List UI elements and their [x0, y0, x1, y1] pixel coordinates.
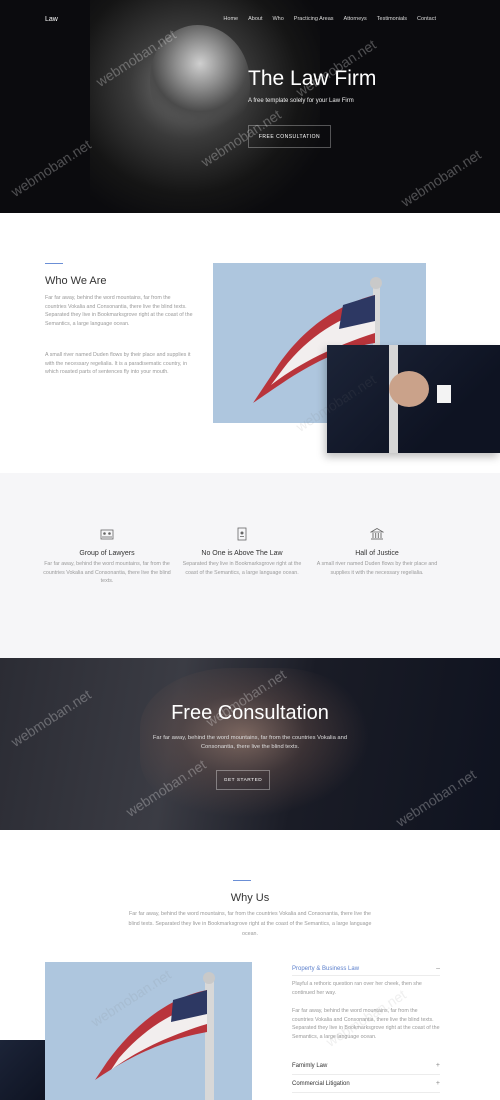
who-accent-line [45, 263, 63, 264]
who-paragraph-2: A small river named Duden flows by their… [45, 352, 191, 376]
hero-section [0, 0, 500, 213]
collapse-icon[interactable]: – [436, 965, 440, 972]
consultation-title: Free Consultation [171, 702, 329, 724]
nav-home[interactable]: Home [223, 16, 238, 22]
feature-text: A small river named Duden flows by their… [316, 561, 438, 576]
why-flag-image [45, 962, 252, 1100]
accordion-paragraph-2: Far far away, behind the word mountains,… [292, 1008, 440, 1040]
expand-icon[interactable]: + [436, 1080, 440, 1087]
consultation-subtitle-text: Far far away, behind the word mountains,… [152, 735, 348, 750]
feature-text: Separated they live in Bookmarksgrove ri… [182, 561, 302, 576]
nav-attorneys[interactable]: Attorneys [344, 16, 367, 22]
why-suit-image [0, 1040, 45, 1100]
accordion-family-law[interactable]: Famimly Law + [292, 1062, 440, 1069]
feature-text: Far far away, behind the word mountains,… [43, 561, 171, 585]
feature-title: No One is Above The Law [201, 550, 283, 557]
hero-portrait [150, 25, 250, 135]
nav-testimonials[interactable]: Testimonials [377, 16, 407, 22]
accordion-label: Property & Business Law [292, 965, 360, 972]
nav-contact[interactable]: Contact [417, 16, 436, 22]
get-started-button[interactable]: GET STARTED [216, 770, 270, 790]
free-consultation-button[interactable]: FREE CONSULTATION [248, 125, 331, 148]
accordion-property-business-law[interactable]: Property & Business Law – [292, 965, 440, 972]
expand-icon[interactable]: + [436, 1062, 440, 1069]
accordion-commercial-litigation[interactable]: Commercial Litigation + [292, 1080, 440, 1087]
people-icon [100, 529, 114, 540]
hero-subtitle: A free template solely for your Law Firm [248, 98, 354, 104]
accordion-paragraph-1: Playful a rethoric question ran over her… [292, 981, 422, 996]
feature-title: Hall of Justice [355, 550, 399, 557]
accordion-label: Commercial Litigation [292, 1080, 350, 1087]
accordion-divider [292, 1074, 440, 1075]
feature-group-of-lawyers: Group of Lawyers Far far away, behind th… [42, 527, 172, 586]
courthouse-icon [370, 528, 384, 540]
suit-illustration [389, 345, 451, 453]
main-nav: Home About Who Practicing Areas Attorney… [223, 16, 436, 22]
feature-no-one-above-law: No One is Above The Law Separated they l… [177, 527, 307, 577]
accordion-divider [292, 975, 440, 976]
suit-image [327, 345, 500, 453]
nav-practicing-areas[interactable]: Practicing Areas [294, 16, 334, 22]
feature-hall-of-justice: Hall of Justice A small river named Dude… [312, 527, 442, 577]
nav-who[interactable]: Who [272, 16, 283, 22]
site-logo[interactable]: Law [45, 16, 58, 23]
accordion-label: Famimly Law [292, 1062, 328, 1069]
why-accent-line [233, 880, 251, 881]
who-title: Who We Are [45, 275, 107, 287]
who-paragraph-1: Far far away, behind the word mountains,… [45, 295, 193, 327]
why-title: Why Us [230, 892, 270, 904]
consultation-subtitle: Far far away, behind the word mountains,… [0, 734, 500, 752]
nav-about[interactable]: About [248, 16, 262, 22]
document-icon [237, 527, 247, 541]
hero-title: The Law Firm [248, 67, 377, 90]
accordion-divider [292, 1092, 440, 1093]
why-paragraph: Far far away, behind the word mountains,… [128, 911, 372, 937]
why-flag-illustration [95, 972, 215, 1100]
feature-title: Group of Lawyers [79, 550, 135, 557]
